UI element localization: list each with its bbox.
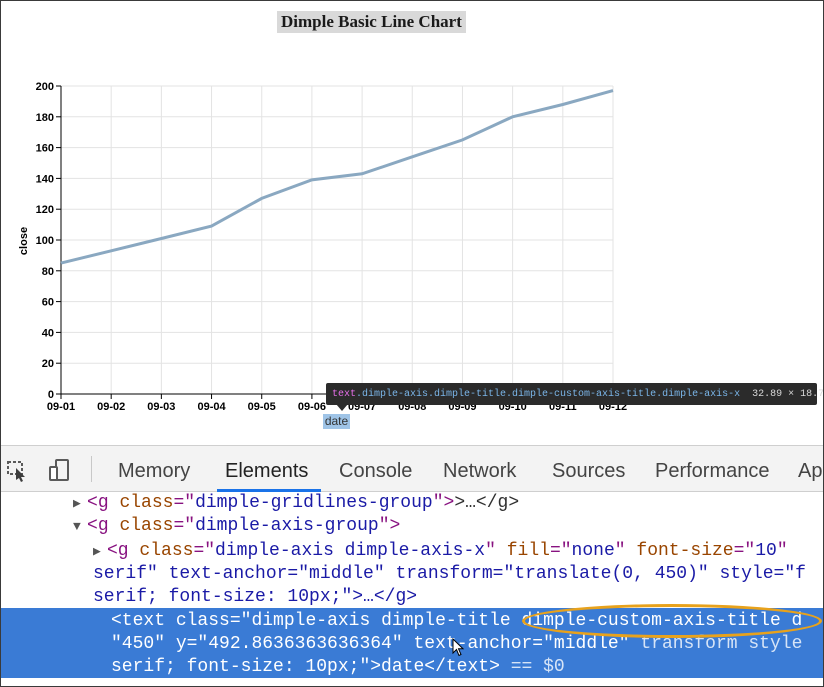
y-tick-label: 60 <box>42 297 54 309</box>
tab-performance[interactable]: Performance <box>655 446 770 492</box>
y-tick-label: 160 <box>36 143 54 155</box>
y-tick-label: 100 <box>36 235 54 247</box>
tooltip-dimensions: 32.89 × 18.75 <box>752 388 824 400</box>
tab-ap[interactable]: Ap <box>798 446 822 492</box>
tab-network[interactable]: Network <box>443 446 516 492</box>
mouse-cursor-icon <box>452 638 465 657</box>
inspect-element-icon[interactable] <box>3 456 31 484</box>
device-toggle-icon[interactable] <box>45 456 73 484</box>
elements-tree[interactable]: ▶ <g class="dimple-gridlines-group">>…</g… <box>1 492 823 686</box>
y-tick-label: 180 <box>36 112 54 124</box>
tooltip-arrow <box>336 404 348 411</box>
x-tick-label: 09-05 <box>248 401 276 413</box>
x-tick-label: 09-03 <box>147 401 175 413</box>
y-tick-label: 20 <box>42 358 54 370</box>
inspect-tooltip: text .dimple-axis.dimple-title.dimple-cus… <box>326 383 823 405</box>
x-tick-label: 09-01 <box>47 401 75 413</box>
devtools-panel: Memory Elements Console Network Sources Perfo… <box>1 445 823 686</box>
tree-node-axis-x-cont2: serif; font-size: 10px;">…</g> <box>93 587 418 607</box>
tooltip-classes: .dimple-axis.dimple-title.dimple-custom-… <box>356 388 741 400</box>
toolbar-divider <box>91 456 92 482</box>
tab-memory[interactable]: Memory <box>118 446 190 492</box>
y-tick-label: 0 <box>48 389 54 401</box>
x-tick-label: 09-02 <box>97 401 125 413</box>
x-tick-label: 09-06 <box>298 401 326 413</box>
horizontal-gridlines <box>61 85 613 395</box>
tab-elements[interactable]: Elements <box>225 446 308 492</box>
highlight-annotation-oval <box>522 604 822 638</box>
x-tick-label: 09-04 <box>197 401 226 413</box>
tooltip-tag: text <box>332 388 357 400</box>
y-tick-label: 120 <box>36 204 54 216</box>
y-tick-label: 40 <box>42 327 54 339</box>
y-axis-label: close <box>18 227 30 255</box>
line-chart: 0 20 40 60 80 100 120 140 160 180 200 09-01 09-02 09… <box>18 81 627 413</box>
tree-node-gridlines-group[interactable]: ▶ <g class="dimple-gridlines-group">>…</g… <box>73 492 519 515</box>
tab-console[interactable]: Console <box>339 446 412 492</box>
y-tick-label: 140 <box>36 173 54 185</box>
selected-node-line-3: serif; font-size: 10px;">date</text> == … <box>111 657 565 677</box>
tree-node-axis-group[interactable]: ▼ <g class="dimple-axis-group"> <box>73 515 400 538</box>
y-axis-ticks: 0 20 40 60 80 100 120 140 160 180 200 <box>36 81 61 401</box>
y-tick-label: 80 <box>42 266 54 278</box>
window-frame: Dimple Basic Line Chart 0 20 40 60 80 100 120 1… <box>0 0 824 687</box>
devtools-tabbar: Memory Elements Console Network Sources Perfo… <box>1 446 823 492</box>
tree-node-axis-x[interactable]: ▶ <g class="dimple-axis dimple-axis-x" fi… <box>93 540 788 563</box>
tab-sources[interactable]: Sources <box>552 446 625 492</box>
tree-node-axis-x-cont1: serif" text-anchor="middle" transform="t… <box>93 564 806 584</box>
x-axis-label-highlighted: date <box>323 414 350 429</box>
y-tick-label: 200 <box>36 81 54 93</box>
